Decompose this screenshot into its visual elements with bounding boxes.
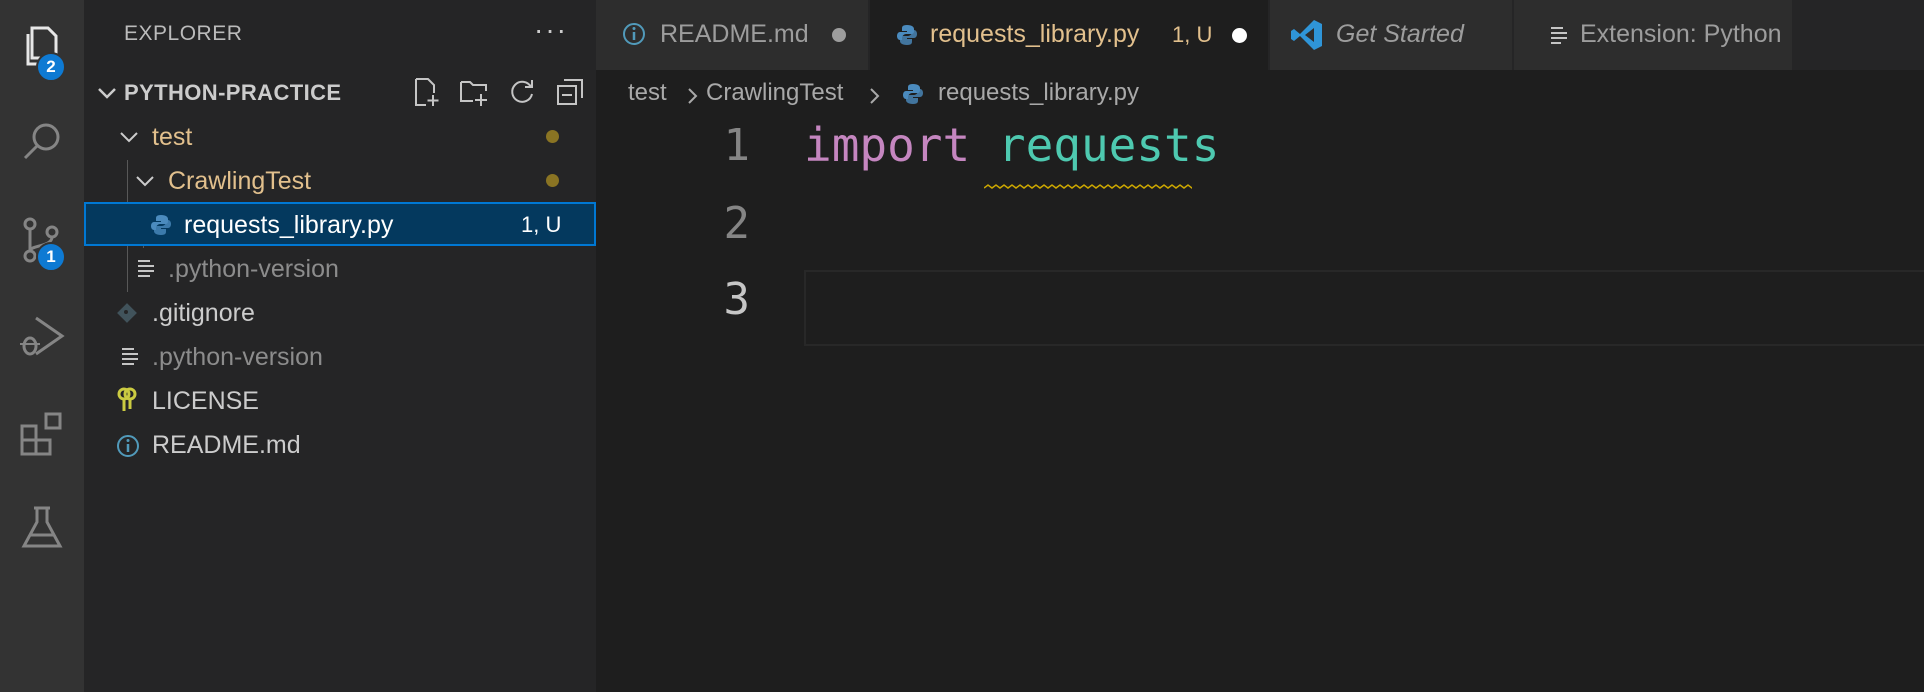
breadcrumb-item[interactable]: test xyxy=(628,79,667,107)
more-actions-button[interactable]: ··· xyxy=(534,14,568,46)
info-icon xyxy=(623,23,645,45)
module-token: requests xyxy=(997,118,1220,172)
tree-item-python-version[interactable]: .python-version xyxy=(84,334,596,378)
tree-item-label: requests_library.py xyxy=(184,211,394,239)
tree-item-gitignore[interactable]: .gitignore xyxy=(84,290,596,334)
tree-item-requests-library[interactable]: requests_library.py 1, U xyxy=(84,202,596,246)
testing-icon xyxy=(21,506,63,548)
tree-item-label: README.md xyxy=(152,431,301,459)
tab-label: Get Started xyxy=(1336,20,1464,48)
tree-item-label: LICENSE xyxy=(152,387,259,415)
tab-label: Extension: Python xyxy=(1580,20,1782,48)
modified-dot-icon[interactable] xyxy=(1232,28,1247,43)
explorer-sidebar: EXPLORER ··· PYTHON-PRACTICE test Crawli… xyxy=(84,0,596,692)
extensions-button[interactable] xyxy=(0,394,84,474)
search-button[interactable] xyxy=(0,102,84,182)
collapse-all-icon xyxy=(557,79,583,105)
extensions-icon xyxy=(20,412,62,456)
preview-icon xyxy=(1551,27,1567,44)
line-number: 2 xyxy=(723,198,751,249)
tree-item-label: .gitignore xyxy=(152,299,255,327)
search-icon xyxy=(23,123,60,160)
tab-get-started[interactable]: Get Started xyxy=(1270,0,1512,70)
scm-badge: 1 xyxy=(36,242,66,272)
tree-item-label: .python-version xyxy=(168,255,339,283)
run-debug-icon xyxy=(20,316,65,356)
python-icon xyxy=(151,215,171,235)
text-file-icon xyxy=(138,260,154,277)
new-file-button[interactable] xyxy=(408,74,444,110)
tree-item-test-folder[interactable]: test xyxy=(84,114,596,158)
workspace-title: PYTHON-PRACTICE xyxy=(124,80,342,105)
info-icon xyxy=(117,435,139,457)
code-line-1[interactable]: import requests xyxy=(804,118,1219,172)
warning-squiggle xyxy=(984,184,1192,189)
refresh-icon xyxy=(511,80,533,103)
current-line-highlight xyxy=(804,270,1924,346)
new-folder-button[interactable] xyxy=(456,74,492,110)
vscode-icon xyxy=(1291,20,1322,50)
chevron-down-icon xyxy=(98,88,116,99)
workspace-section-header[interactable]: PYTHON-PRACTICE xyxy=(84,70,596,114)
testing-button[interactable] xyxy=(0,488,84,568)
tab-extension-python[interactable]: Extension: Python xyxy=(1514,0,1792,70)
tab-readme[interactable]: README.md xyxy=(596,0,868,70)
code-editor[interactable]: 1 2 3 import requests xyxy=(596,112,1924,692)
breadcrumb-item[interactable]: requests_library.py xyxy=(938,79,1139,107)
tree-item-label: test xyxy=(152,123,193,151)
tab-label: README.md xyxy=(660,20,809,48)
tree-item-readme[interactable]: README.md xyxy=(84,422,596,466)
file-status-badge: 1, U xyxy=(521,212,562,237)
git-icon xyxy=(117,303,137,323)
tab-label: requests_library.py xyxy=(930,20,1140,48)
source-control-button[interactable]: 1 xyxy=(0,200,84,280)
chevron-right-icon xyxy=(688,88,698,104)
tree-item-label: .python-version xyxy=(152,343,323,371)
line-number: 3 xyxy=(723,274,751,325)
new-file-icon xyxy=(415,78,439,106)
chevron-down-icon xyxy=(136,176,154,187)
chevron-down-icon xyxy=(120,132,138,143)
tree-item-license[interactable]: LICENSE xyxy=(84,378,596,422)
activity-bar: 2 1 xyxy=(0,0,84,692)
modified-dot xyxy=(546,174,559,187)
modified-dot-icon[interactable] xyxy=(832,28,846,42)
refresh-button[interactable] xyxy=(504,74,540,110)
tree-item-crawlingtest-folder[interactable]: CrawlingTest xyxy=(84,158,596,202)
collapse-all-button[interactable] xyxy=(552,74,588,110)
run-debug-button[interactable] xyxy=(0,296,84,376)
keyword-token: import xyxy=(804,118,971,172)
tree-item-python-version-nested[interactable]: .python-version xyxy=(84,246,596,290)
tab-requests-library[interactable]: requests_library.py 1, U xyxy=(870,0,1268,70)
section-actions xyxy=(408,74,588,110)
modified-dot xyxy=(546,130,559,143)
python-icon xyxy=(903,84,923,104)
python-icon xyxy=(897,25,917,45)
tree-item-label: CrawlingTest xyxy=(168,167,312,195)
text-file-icon xyxy=(122,348,138,365)
editor-tab-bar: README.md requests_library.py 1, U Get S… xyxy=(596,0,1924,70)
line-number: 1 xyxy=(723,120,751,171)
license-icon xyxy=(117,387,137,411)
explorer-title: EXPLORER xyxy=(124,22,243,45)
explorer-button[interactable]: 2 xyxy=(0,6,84,86)
breadcrumb-item[interactable]: CrawlingTest xyxy=(706,79,843,107)
new-folder-icon xyxy=(460,81,487,106)
tab-status-badge: 1, U xyxy=(1172,22,1213,47)
explorer-badge: 2 xyxy=(36,52,66,82)
chevron-right-icon xyxy=(870,88,880,104)
